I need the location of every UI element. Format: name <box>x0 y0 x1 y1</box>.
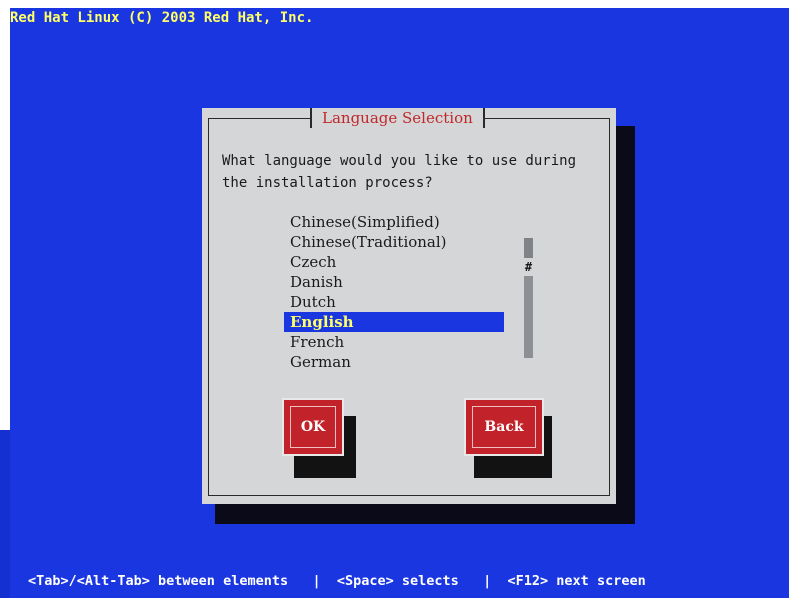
header-copyright: Red Hat Linux (C) 2003 Red Hat, Inc. <box>10 10 314 26</box>
language-selection-dialog: Language Selection What language would y… <box>202 108 616 504</box>
ok-button[interactable]: OK <box>282 398 344 456</box>
scrollbar-thumb[interactable]: # <box>522 258 535 276</box>
screen-edge <box>0 430 10 598</box>
language-item[interactable]: French <box>284 332 504 352</box>
scrollbar-track-lower[interactable] <box>524 276 533 358</box>
dialog-title: Language Selection <box>310 108 485 128</box>
language-item[interactable]: Chinese(Simplified) <box>284 212 504 232</box>
scrollbar-track-upper[interactable] <box>524 238 533 258</box>
footer-help-text: <Tab>/<Alt-Tab> between elements | <Spac… <box>28 573 646 589</box>
back-button-frame <box>472 406 536 448</box>
installer-screen: Red Hat Linux (C) 2003 Red Hat, Inc. Lan… <box>10 8 789 598</box>
language-list-scrollbar[interactable]: # <box>524 238 533 358</box>
language-item[interactable]: Dutch <box>284 292 504 312</box>
language-list[interactable]: Chinese(Simplified) Chinese(Traditional)… <box>284 212 504 372</box>
language-item[interactable]: Danish <box>284 272 504 292</box>
language-item[interactable]: Chinese(Traditional) <box>284 232 504 252</box>
back-button[interactable]: Back <box>464 398 544 456</box>
language-item-selected[interactable]: English <box>284 312 504 332</box>
language-item[interactable]: German <box>284 352 504 372</box>
language-item[interactable]: Czech <box>284 252 504 272</box>
ok-button-frame <box>290 406 336 448</box>
dialog-prompt: What language would you like to use duri… <box>222 153 577 191</box>
